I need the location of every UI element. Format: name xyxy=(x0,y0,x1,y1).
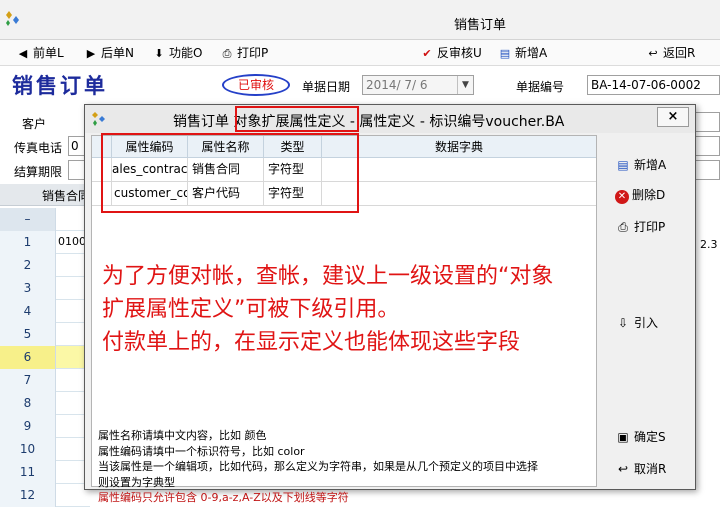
dialog-add-button[interactable]: ▤ 新增A xyxy=(615,155,666,175)
table-row[interactable]: 8 xyxy=(0,392,90,415)
delete-icon: ✕ xyxy=(615,190,629,204)
back-icon: ↩ xyxy=(648,47,658,60)
grid-header-row: – xyxy=(0,208,90,231)
print-icon: ⎙ xyxy=(618,220,628,234)
doc-no-field[interactable]: BA-14-07-06-0002 xyxy=(587,75,720,95)
right-field-3[interactable] xyxy=(694,160,720,180)
table-row[interactable]: 12 xyxy=(0,484,90,507)
date-field[interactable]: 2014/ 7/ 6 ▼ xyxy=(362,75,474,95)
status-badge: 已审核 xyxy=(222,74,290,96)
check-icon: ✔ xyxy=(422,47,432,60)
grid-right-value: 2.3 xyxy=(700,238,718,251)
add-button[interactable]: ▤ 新增A xyxy=(498,44,547,62)
dialog-print-button[interactable]: ⎙ 打印P xyxy=(615,217,665,237)
function-button[interactable]: ⬇ 功能O xyxy=(152,44,202,62)
import-icon: ⇩ xyxy=(617,316,629,330)
dialog-delete-button[interactable]: ✕ 删除D xyxy=(615,185,665,205)
settle-label: 结算期限 xyxy=(14,165,63,179)
table-row[interactable]: 10 xyxy=(0,438,90,461)
save-icon: ▣ xyxy=(617,430,629,444)
annotation-text: 为了方便对帐，查帐，建议上一级设置的“对象 扩展属性定义”可被下级引用。 付款单… xyxy=(102,264,554,355)
right-field-2[interactable] xyxy=(694,136,720,156)
dialog-title: 销售订单 对象扩展属性定义 - 属性定义 - 标识编号voucher.BA xyxy=(173,114,565,130)
toolbar: ◀ 前单L ▶ 后单N ⬇ 功能O ⎙ 打印P ✔ 反审核U ▤ 新增A ↩ 返回R xyxy=(0,40,720,66)
highlight-box-title xyxy=(235,106,359,132)
cell-dict[interactable] xyxy=(322,182,596,205)
print-button[interactable]: ⎙ 打印P xyxy=(220,44,269,62)
close-button[interactable]: × xyxy=(657,107,689,127)
unapprove-button[interactable]: ✔ 反审核U xyxy=(420,44,481,62)
property-definition-dialog: 销售订单 对象扩展属性定义 - 属性定义 - 标识编号voucher.BA × … xyxy=(84,104,696,504)
col-dict-header: 数据字典 xyxy=(434,140,483,154)
table-row[interactable]: 9 xyxy=(0,415,90,438)
table-row[interactable]: 3 xyxy=(0,277,90,300)
dialog-app-icon xyxy=(92,112,105,126)
cancel-icon: ↩ xyxy=(617,462,629,476)
dialog-cancel-button[interactable]: ↩ 取消R xyxy=(615,459,666,479)
right-field-1[interactable] xyxy=(694,112,720,132)
prev-icon: ◀ xyxy=(18,47,28,60)
next-icon: ▶ xyxy=(86,47,96,60)
fax-label: 传真电话 xyxy=(14,141,63,155)
table-row[interactable]: 7 xyxy=(0,369,90,392)
form-title: 销售订单 xyxy=(12,74,108,98)
dialog-import-button[interactable]: ⇩ 引入 xyxy=(615,313,658,333)
customer-label: 客户 xyxy=(22,117,47,131)
back-button[interactable]: ↩ 返回R xyxy=(646,44,695,62)
new-doc-icon: ▤ xyxy=(617,158,629,172)
prev-button[interactable]: ◀ 前单L xyxy=(16,44,64,62)
down-arrow-icon: ⬇ xyxy=(154,47,164,60)
table-row[interactable]: 6 xyxy=(0,346,90,369)
dialog-titlebar: 销售订单 对象扩展属性定义 - 属性定义 - 标识编号voucher.BA × xyxy=(85,105,695,133)
dialog-ok-button[interactable]: ▣ 确定S xyxy=(615,427,665,447)
help-text: 属性名称请填中文内容，比如 颜色 属性编码请填中一个标识符号，比如 color … xyxy=(98,429,538,504)
table-row[interactable]: 2 xyxy=(0,254,90,277)
dropdown-arrow-icon[interactable]: ▼ xyxy=(457,76,473,94)
app-icon xyxy=(6,11,19,26)
table-row[interactable]: 5 xyxy=(0,323,90,346)
table-row[interactable]: 1 0100 xyxy=(0,231,90,254)
next-button[interactable]: ▶ 后单N xyxy=(84,44,134,62)
print-icon: ⎙ xyxy=(222,47,232,60)
window-titlebar: 销售订单 xyxy=(0,0,720,40)
table-row[interactable]: 11 xyxy=(0,461,90,484)
new-doc-icon: ▤ xyxy=(499,47,511,60)
doc-no-label: 单据编号 xyxy=(516,80,565,94)
cell-dict[interactable] xyxy=(322,158,596,181)
window-title: 销售订单 xyxy=(453,18,506,33)
table-row[interactable]: 4 xyxy=(0,300,90,323)
date-label: 单据日期 xyxy=(302,80,351,94)
highlight-box-rows xyxy=(101,133,359,213)
